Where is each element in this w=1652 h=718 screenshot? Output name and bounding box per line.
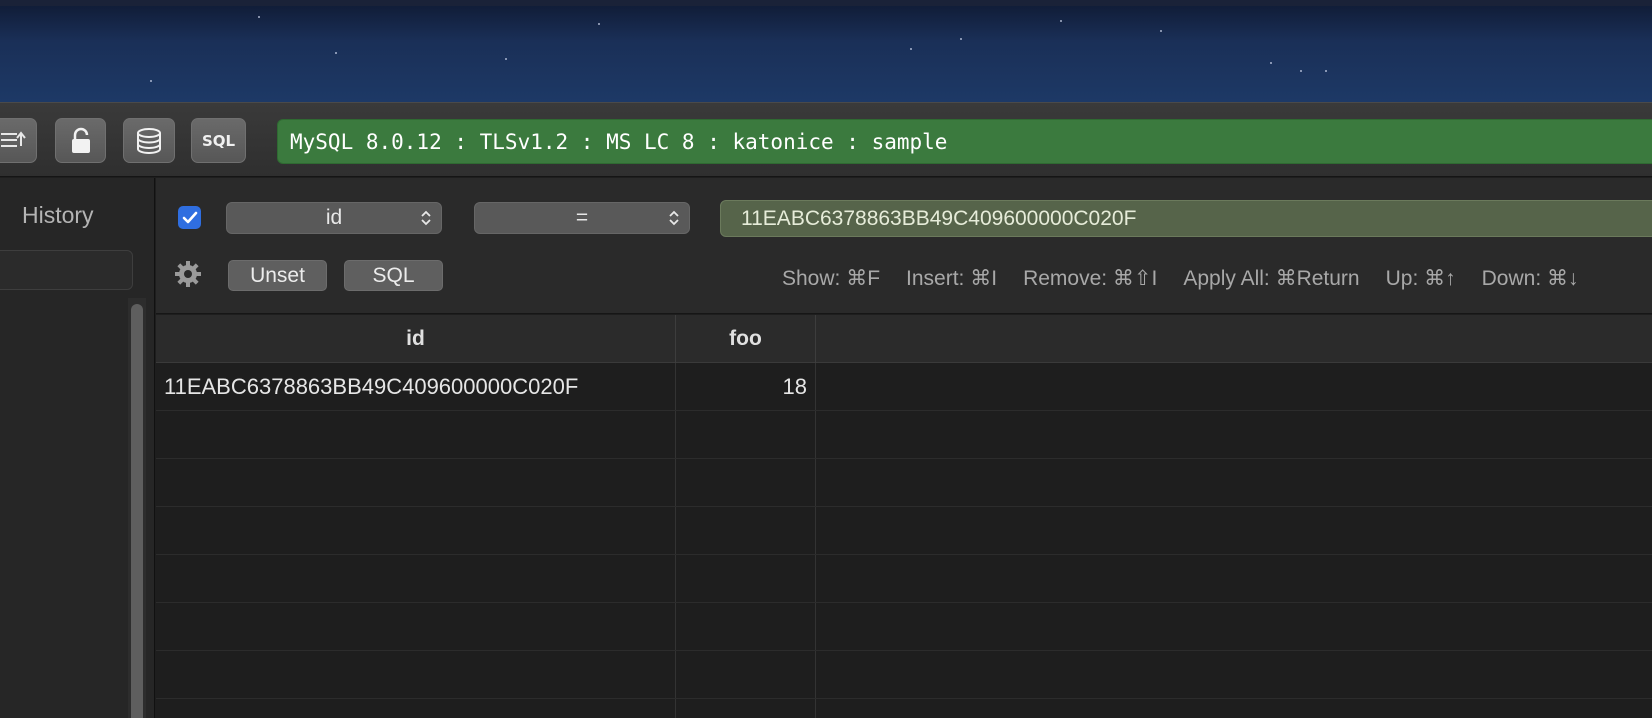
star	[598, 23, 600, 25]
star	[960, 38, 962, 40]
lock-icon	[71, 127, 90, 153]
gear-icon[interactable]	[174, 260, 202, 288]
sidebar-scroll-thumb[interactable]	[131, 304, 143, 718]
column-header-filler	[816, 315, 1652, 363]
cell-filler	[816, 603, 1652, 650]
star	[1325, 70, 1327, 72]
toolbar: SQL MySQL 8.0.12 : TLSv1.2 : MS LC 8 : k…	[0, 102, 1652, 177]
cell-foo[interactable]: 18	[676, 363, 816, 410]
shortcut-up: Up: ⌘↑	[1385, 267, 1456, 290]
table-row[interactable]	[156, 507, 1652, 555]
table-row[interactable]	[156, 555, 1652, 603]
sql-button-label: SQL	[201, 131, 236, 150]
filter-bar: id = 11EABC6378863BB49C409600000C020F Un…	[156, 178, 1652, 314]
cell-id[interactable]	[156, 651, 676, 698]
connection-status-bar: MySQL 8.0.12 : TLSv1.2 : MS LC 8 : katon…	[277, 119, 1652, 164]
shortcut-insert: Insert: ⌘I	[906, 267, 998, 290]
sidebar-search-input[interactable]	[0, 250, 133, 290]
table-row[interactable]: 11EABC6378863BB49C409600000C020F 18	[156, 363, 1652, 411]
cell-foo[interactable]	[676, 651, 816, 698]
table-header: id foo	[156, 315, 1652, 363]
filter-enabled-checkbox[interactable]	[178, 206, 201, 229]
cell-id[interactable]	[156, 699, 676, 718]
star	[1300, 70, 1302, 72]
chevron-updown-icon	[669, 210, 679, 226]
star	[1060, 20, 1062, 22]
column-header-id[interactable]: id	[156, 315, 676, 363]
table-row[interactable]	[156, 699, 1652, 718]
tab-history[interactable]: History	[22, 202, 94, 229]
connection-status-text: MySQL 8.0.12 : TLSv1.2 : MS LC 8 : katon…	[290, 129, 948, 154]
shortcut-down: Down: ⌘↓	[1481, 267, 1579, 290]
cell-foo[interactable]	[676, 603, 816, 650]
cell-filler	[816, 459, 1652, 506]
checkmark-icon	[182, 211, 197, 223]
cell-id[interactable]	[156, 411, 676, 458]
cell-id[interactable]	[156, 459, 676, 506]
cell-filler	[816, 363, 1652, 410]
cell-filler	[816, 555, 1652, 602]
shortcut-remove: Remove: ⌘⇧I	[1023, 267, 1158, 290]
cell-id[interactable]	[156, 555, 676, 602]
sidebar-scrollbar[interactable]	[128, 298, 146, 718]
sidebar: History	[0, 178, 155, 718]
filter-sql-button[interactable]: SQL	[344, 260, 443, 291]
star	[910, 48, 912, 50]
star	[1160, 30, 1162, 32]
shortcut-show: Show: ⌘F	[782, 267, 881, 290]
app-root: SQL MySQL 8.0.12 : TLSv1.2 : MS LC 8 : k…	[0, 0, 1652, 718]
table-row[interactable]	[156, 459, 1652, 507]
lock-button[interactable]	[55, 118, 106, 163]
shortcut-apply-all: Apply All: ⌘Return	[1183, 267, 1360, 290]
filter-value-input[interactable]: 11EABC6378863BB49C409600000C020F	[720, 200, 1652, 237]
star	[258, 16, 260, 18]
column-header-foo[interactable]: foo	[676, 315, 816, 363]
filter-operator-value: =	[575, 206, 589, 229]
cell-foo[interactable]	[676, 699, 816, 718]
cell-id[interactable]	[156, 507, 676, 554]
results-table: id foo 11EABC6378863BB49C409600000C020F …	[156, 315, 1652, 718]
filter-operator-select[interactable]: =	[474, 202, 690, 234]
shortcut-hints: Show: ⌘F Insert: ⌘I Remove: ⌘⇧I Apply Al…	[782, 266, 1578, 291]
table-row[interactable]	[156, 603, 1652, 651]
cell-foo[interactable]	[676, 411, 816, 458]
cell-id[interactable]	[156, 603, 676, 650]
filter-list-icon	[0, 130, 26, 147]
table-row[interactable]	[156, 411, 1652, 459]
cell-filler	[816, 411, 1652, 458]
menu-bar-edge	[0, 0, 1652, 6]
star	[150, 80, 152, 82]
desktop-wallpaper	[0, 0, 1652, 102]
cell-id[interactable]: 11EABC6378863BB49C409600000C020F	[156, 363, 676, 410]
sql-editor-button[interactable]: SQL	[191, 118, 246, 163]
filter-column-value: id	[325, 206, 343, 229]
unset-button[interactable]: Unset	[228, 260, 327, 291]
cell-filler	[816, 651, 1652, 698]
database-icon	[137, 127, 161, 154]
cell-foo[interactable]	[676, 555, 816, 602]
filter-value-text: 11EABC6378863BB49C409600000C020F	[741, 206, 1137, 230]
table-body: 11EABC6378863BB49C409600000C020F 18	[156, 363, 1652, 718]
star	[1270, 62, 1272, 64]
cell-foo[interactable]	[676, 507, 816, 554]
table-row[interactable]	[156, 651, 1652, 699]
filter-column-select[interactable]: id	[226, 202, 442, 234]
cell-foo[interactable]	[676, 459, 816, 506]
star	[505, 58, 507, 60]
chevron-updown-icon	[421, 210, 431, 226]
cell-filler	[816, 699, 1652, 718]
star	[335, 52, 337, 54]
filter-toggle-button[interactable]	[0, 118, 37, 163]
cell-filler	[816, 507, 1652, 554]
database-button[interactable]	[123, 118, 175, 163]
